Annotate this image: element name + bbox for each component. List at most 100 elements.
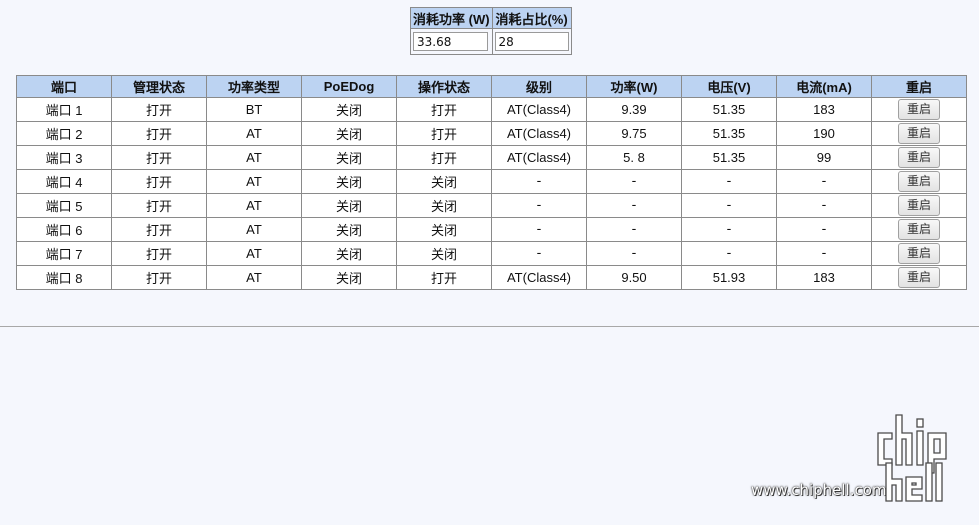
cell-type: AT [206,193,302,218]
cell-port: 端口 4 [16,169,112,194]
cell-poedog: 关闭 [301,121,397,146]
restart-button[interactable]: 重启 [898,123,940,144]
cell-oper: 打开 [396,97,492,122]
cell-oper: 打开 [396,121,492,146]
cell-oper: 打开 [396,145,492,170]
cell-type: AT [206,145,302,170]
cell-restart: 重启 [871,169,967,194]
summary-header-percent: 消耗占比(%) [491,7,572,29]
cell-poedog: 关闭 [301,265,397,290]
cell-voltage: - [681,241,777,266]
cell-admin: 打开 [111,145,207,170]
col-header-power-type: 功率类型 [206,75,302,98]
cell-poedog: 关闭 [301,217,397,242]
summary-header-row: 消耗功率 (W) 消耗占比(%) [410,7,572,29]
cell-current: 190 [776,121,872,146]
summary-value-row: 33.68 28 [410,28,572,55]
cell-power: - [586,193,682,218]
port-row: 端口 2 打开 AT 关闭 打开 AT(Class4) 9.75 51.35 190 重启 [16,121,967,146]
cell-current: 99 [776,145,872,170]
cell-voltage: - [681,193,777,218]
cell-voltage: - [681,169,777,194]
restart-button[interactable]: 重启 [898,267,940,288]
restart-button[interactable]: 重启 [898,99,940,120]
col-header-voltage: 电压(V) [681,75,777,98]
cell-voltage: 51.35 [681,145,777,170]
cell-poedog: 关闭 [301,145,397,170]
cell-power: 9.50 [586,265,682,290]
cell-admin: 打开 [111,97,207,122]
consumed-power-field: 33.68 [413,32,488,51]
cell-current: 183 [776,97,872,122]
cell-oper: 关闭 [396,217,492,242]
cell-voltage: 51.35 [681,121,777,146]
cell-type: BT [206,97,302,122]
poe-ports-table: 端口 管理状态 功率类型 PoEDog 操作状态 级别 功率(W) 电压(V) 电流(mA) 重启… [16,75,967,290]
cell-admin: 打开 [111,241,207,266]
watermark-url: www.chiphell.com [751,481,887,499]
restart-button[interactable]: 重启 [898,171,940,192]
col-header-restart: 重启 [871,75,967,98]
cell-current: 183 [776,265,872,290]
cell-power: 9.75 [586,121,682,146]
cell-port: 端口 5 [16,193,112,218]
restart-button[interactable]: 重启 [898,195,940,216]
cell-port: 端口 2 [16,121,112,146]
cell-restart: 重启 [871,145,967,170]
col-header-current: 电流(mA) [776,75,872,98]
cell-oper: 关闭 [396,169,492,194]
port-row: 端口 6 打开 AT 关闭 关闭 - - - - 重启 [16,217,967,242]
cell-voltage: 51.35 [681,97,777,122]
restart-button[interactable]: 重启 [898,219,940,240]
cell-poedog: 关闭 [301,193,397,218]
cell-restart: 重启 [871,97,967,122]
cell-restart: 重启 [871,265,967,290]
port-row: 端口 5 打开 AT 关闭 关闭 - - - - 重启 [16,193,967,218]
chiphell-logo [877,414,947,502]
cell-class: AT(Class4) [491,265,587,290]
cell-class: - [491,217,587,242]
restart-button[interactable]: 重启 [898,243,940,264]
cell-restart: 重启 [871,241,967,266]
port-row: 端口 7 打开 AT 关闭 关闭 - - - - 重启 [16,241,967,266]
summary-header-power: 消耗功率 (W) [410,7,493,29]
consumed-percent-field: 28 [494,32,569,51]
page-divider [0,326,979,327]
cell-restart: 重启 [871,217,967,242]
col-header-poedog: PoEDog [301,75,397,98]
cell-type: AT [206,265,302,290]
ports-header-row: 端口 管理状态 功率类型 PoEDog 操作状态 级别 功率(W) 电压(V) 电流(mA) 重启 [16,75,967,98]
cell-power: - [586,169,682,194]
cell-poedog: 关闭 [301,97,397,122]
cell-power: 5. 8 [586,145,682,170]
cell-class: - [491,193,587,218]
col-header-admin-status: 管理状态 [111,75,207,98]
cell-port: 端口 8 [16,265,112,290]
port-row: 端口 3 打开 AT 关闭 打开 AT(Class4) 5. 8 51.35 99 重启 [16,145,967,170]
cell-class: AT(Class4) [491,145,587,170]
cell-poedog: 关闭 [301,169,397,194]
cell-voltage: 51.93 [681,265,777,290]
port-row: 端口 1 打开 BT 关闭 打开 AT(Class4) 9.39 51.35 183 重启 [16,97,967,122]
cell-current: - [776,193,872,218]
cell-type: AT [206,169,302,194]
cell-power: 9.39 [586,97,682,122]
port-row: 端口 4 打开 AT 关闭 关闭 - - - - 重启 [16,169,967,194]
cell-type: AT [206,121,302,146]
summary-cell-percent: 28 [491,28,572,55]
cell-port: 端口 3 [16,145,112,170]
port-row: 端口 8 打开 AT 关闭 打开 AT(Class4) 9.50 51.93 183 重启 [16,265,967,290]
cell-restart: 重启 [871,121,967,146]
col-header-power: 功率(W) [586,75,682,98]
restart-button[interactable]: 重启 [898,147,940,168]
cell-current: - [776,169,872,194]
cell-admin: 打开 [111,193,207,218]
cell-current: - [776,217,872,242]
power-summary-table: 消耗功率 (W) 消耗占比(%) 33.68 28 [410,7,572,55]
col-header-class: 级别 [491,75,587,98]
cell-port: 端口 7 [16,241,112,266]
summary-cell-power: 33.68 [410,28,493,55]
cell-current: - [776,241,872,266]
cell-restart: 重启 [871,193,967,218]
cell-oper: 打开 [396,265,492,290]
